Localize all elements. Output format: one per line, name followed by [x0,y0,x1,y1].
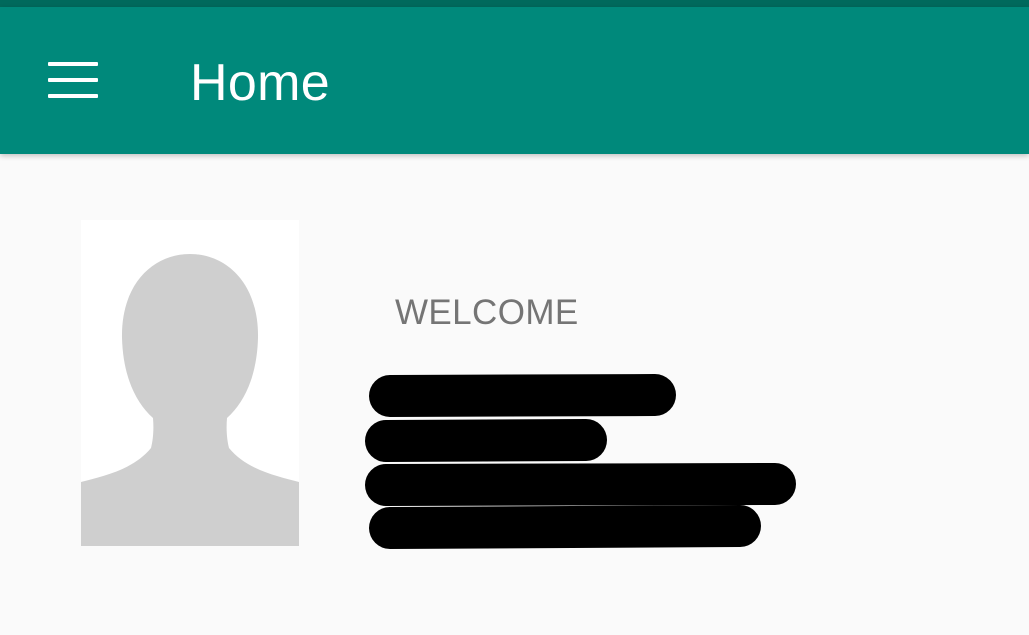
page-title: Home [190,54,330,112]
hamburger-menu-icon [48,62,98,98]
menu-button[interactable] [34,47,112,113]
person-avatar-icon [81,254,299,546]
app-bar: Home [0,7,1029,154]
redacted-user-info [365,374,796,549]
status-bar [0,0,1029,7]
main-content: WELCOME [0,154,1029,635]
welcome-label: WELCOME [395,293,579,332]
avatar [81,220,299,546]
